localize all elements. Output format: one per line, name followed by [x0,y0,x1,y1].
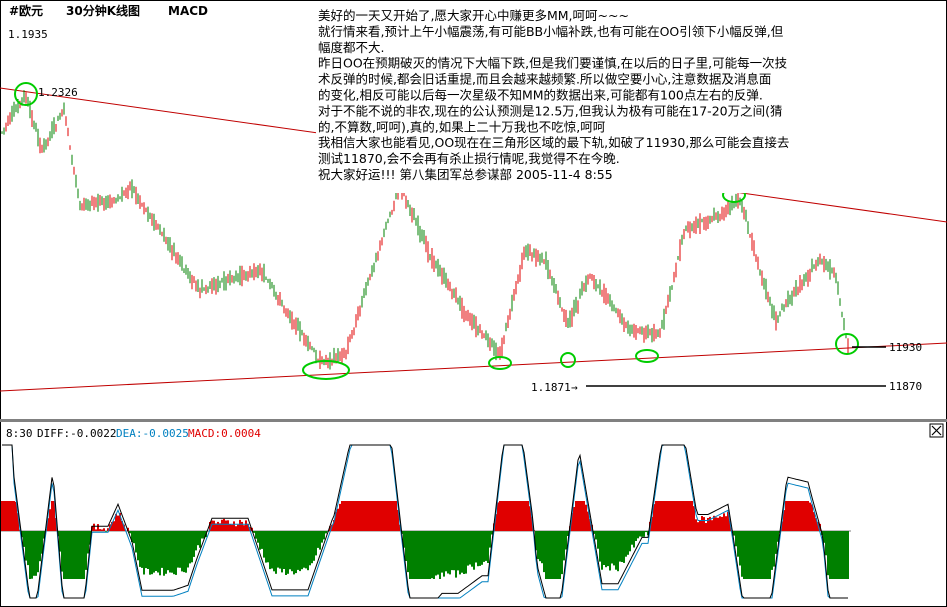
high-marker-label: 1.2326 [38,86,78,99]
annotation-line: 的,不算数,呵呵),真的,如果上二十万我也不吃惊,呵呵 [318,119,606,134]
annotation-line: 的变化,相反可能以后每一次星级不知MM的数据出来,可能都有100点左右的反弹. [318,88,763,103]
annotation-line: 我相信大家也能看见,OO现在在三角形区域的最下轨,如破了11930,那么可能会直… [318,135,789,150]
annotation-line: 祝大家好运!!! 第八集团军总参谋部 2005-11-4 8:55 [318,167,613,182]
title-bar: #欧元 30分钟K线图 MACD [9,3,208,18]
period-label[interactable]: 30分钟K线图 [66,3,140,18]
annotation-line: 就行情来看,预计上午小幅震荡,有可能BB小幅补跌,也有可能在OO引领下小幅反弹,… [318,24,784,39]
macd-time-label: 8:30 [6,427,33,440]
top-price-label: 1.1935 [8,28,48,41]
level-label-11870: 11870 [889,380,922,393]
annotation-line: 美好的一天又开始了,愿大家开心中赚更多MM,呵呵~~~ [318,8,629,23]
annotation-line: 昨日OO在预期破灭的情况下大幅下跌,但是我们要谨慎,在以后的日子里,可能每一次技 [318,56,788,71]
macd-value-label: MACD:0.0004 [188,427,261,440]
annotation-box: 美好的一天又开始了,愿大家开心中赚更多MM,呵呵~~~就行情来看,预计上午小幅震… [316,3,946,193]
annotation-line: 幅度都不大. [318,40,384,55]
low-marker-label: 1.1871 [531,381,571,394]
annotation-line: 术反弹的时候,都会旧话重提,而且会越来越频繁.所以做空要小心,注意数据及消息面 [318,72,771,87]
annotation-line: 对于不能不说的非农,现在的公认预测是12.5万,但我认为极有可能在17-20万之… [318,103,782,118]
level-label-11930: 11930 [889,341,922,354]
low-marker-arrow: → [571,381,578,394]
annotation-line: 测试11870,会不会再有杀止损行情呢,我觉得不在今晚. [318,151,620,166]
close-pane-button[interactable] [929,423,944,438]
diff-value-label: DIFF:-0.0022 [37,427,116,440]
chart-window: #欧元 30分钟K线图 MACD 1.1935 1.2326 11930 118… [0,0,947,607]
pane-divider[interactable] [0,419,947,422]
dea-value-label: DEA:-0.0025 [116,427,189,440]
symbol-label[interactable]: #欧元 [9,3,43,18]
indicator-tab[interactable]: MACD [168,4,208,18]
